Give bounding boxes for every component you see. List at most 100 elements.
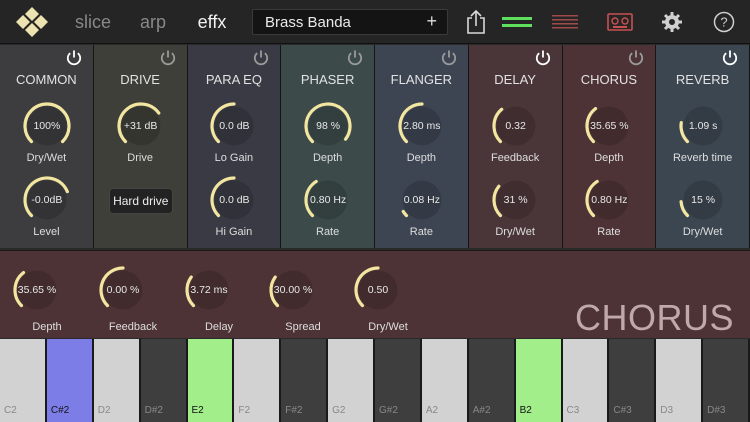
knob-value: +31 dB [123, 120, 158, 132]
panel-title: PARA EQ [205, 72, 262, 87]
piano-key-e2[interactable]: E2 [187, 339, 235, 422]
effect-panel-para-eq[interactable]: PARA EQ 0.0 dB Lo Gain 0.0 dB Hi Gain [187, 45, 282, 248]
knob[interactable]: -0.0dB [22, 175, 72, 225]
knob[interactable]: +31 dB [116, 101, 166, 151]
tab-effx[interactable]: effx [192, 0, 232, 44]
effect-panel-reverb[interactable]: REVERB 1.09 s Reverb time 15 % Dry/Wet [656, 45, 750, 248]
power-icon[interactable] [65, 49, 83, 67]
effect-panel-flanger[interactable]: FLANGER 2.80 ms Depth 0.08 Hz Rate [375, 45, 469, 248]
detail-title: CHORUS [574, 297, 734, 338]
knob-value: 35.65 % [590, 120, 629, 132]
horizontal-lines-red-icon[interactable] [549, 0, 581, 44]
knob[interactable]: 2.80 ms [397, 101, 447, 151]
piano-key-gsharp2[interactable]: G#2 [375, 339, 422, 422]
key-label: F2 [238, 405, 251, 416]
knob[interactable]: 3.72 ms [184, 265, 234, 315]
tab-slice[interactable]: slice [70, 0, 116, 44]
piano-keyboard: C2 C#2 D2 D#2 E2 F2 F#2 G2 G#2 A2 A#2 B2 C3 C#3 D3 D#3 [0, 339, 750, 422]
detail-knob-spread: 30.00 % Spread [268, 251, 338, 339]
panel-title: DELAY [494, 72, 536, 87]
key-label: C3 [566, 405, 580, 416]
piano-key-fsharp2[interactable]: F#2 [281, 339, 329, 422]
knob[interactable]: 35.65 % [584, 101, 634, 151]
knob[interactable]: 30.00 % [268, 265, 318, 315]
add-preset-button[interactable]: + [426, 11, 437, 32]
tab-arp[interactable]: arp [133, 0, 173, 44]
piano-key-d3[interactable]: D3 [656, 339, 704, 422]
diamond-logo-icon[interactable] [0, 0, 64, 44]
piano-key-c3[interactable]: C3 [562, 339, 610, 422]
horizontal-lines-green-icon[interactable] [499, 0, 535, 44]
knob-label: Lo Gain [214, 152, 254, 164]
key-label: C#2 [50, 405, 70, 416]
piano-key-f2[interactable]: F2 [234, 339, 282, 422]
knob[interactable]: 0.80 Hz [303, 175, 353, 225]
top-toolbar: slice arp effx Brass Banda + ? [0, 0, 750, 44]
knob-value: 3.72 ms [190, 284, 228, 296]
preset-selector[interactable]: Brass Banda + [252, 9, 448, 35]
key-label: C2 [4, 405, 17, 416]
knob-value: 0.0 dB [219, 120, 250, 132]
knob[interactable]: 0.0 dB [209, 101, 259, 151]
key-label: D2 [97, 405, 111, 416]
piano-key-csharp2[interactable]: C#2 [46, 339, 94, 422]
knob-label: Feedback [108, 321, 158, 333]
piano-key-b2[interactable]: B2 [515, 339, 563, 422]
knob-value: 30.00 % [273, 284, 313, 296]
piano-key-a2[interactable]: A2 [421, 339, 469, 422]
knob[interactable]: 100% [22, 101, 72, 151]
power-icon[interactable] [346, 49, 364, 67]
key-label: C#3 [613, 405, 632, 416]
knob[interactable]: 0.08 Hz [397, 175, 447, 225]
piano-key-d2[interactable]: D2 [93, 339, 141, 422]
knob[interactable]: 1.09 s [678, 101, 728, 151]
key-label: G2 [332, 405, 346, 416]
hard-drive-button[interactable]: Hard drive [108, 188, 173, 214]
help-icon[interactable]: ? [709, 0, 739, 44]
effect-panel-delay[interactable]: DELAY 0.32 Feedback 31 % Dry/Wet [468, 45, 563, 248]
piano-key-c2[interactable]: C2 [0, 339, 47, 422]
effect-panel-common[interactable]: COMMON 100% Dry/Wet -0.0dB Level [0, 45, 94, 248]
piano-key-asharp2[interactable]: A#2 [468, 339, 516, 422]
knob-value: 1.09 s [688, 120, 718, 132]
knob[interactable]: 15 % [678, 175, 728, 225]
power-icon[interactable] [440, 49, 458, 67]
knob[interactable]: 0.80 Hz [584, 175, 634, 225]
knob[interactable]: 0.0 dB [209, 175, 259, 225]
knob[interactable]: 0.32 [491, 101, 541, 151]
knob-label: Reverb time [672, 152, 733, 164]
detail-knob-delay: 3.72 ms Delay [184, 251, 254, 339]
detail-knob-dry-wet: 0.50 Dry/Wet [353, 251, 423, 339]
knob-value: 0.0 dB [219, 194, 250, 206]
key-label: D3 [660, 405, 674, 416]
panel-title: COMMON [16, 72, 77, 87]
tape-recorder-icon[interactable] [604, 0, 636, 44]
gear-icon[interactable] [657, 0, 687, 44]
chorus-detail-panel: 35.65 % Depth 0.00 % Feedback 3.72 ms Delay 30… [0, 250, 750, 338]
knob[interactable]: 98 % [303, 101, 353, 151]
effect-panel-chorus[interactable]: CHORUS 35.65 % Depth 0.80 Hz Rate [562, 45, 657, 248]
power-icon[interactable] [721, 49, 739, 67]
effect-panel-drive[interactable]: DRIVE +31 dB Drive Hard drive [93, 45, 188, 248]
knob-label: Depth [32, 321, 62, 333]
share-icon[interactable] [462, 0, 490, 44]
knob[interactable]: 0.50 [353, 265, 403, 315]
knob[interactable]: 31 % [491, 175, 541, 225]
power-icon[interactable] [627, 49, 645, 67]
knob[interactable]: 35.65 % [12, 265, 62, 315]
detail-knob-feedback: 0.00 % Feedback [98, 251, 168, 339]
piano-key-g2[interactable]: G2 [328, 339, 375, 422]
knob[interactable]: 0.00 % [98, 265, 148, 315]
key-label: D#2 [144, 405, 163, 416]
knob-value: 0.08 Hz [403, 194, 440, 206]
piano-key-dsharp2[interactable]: D#2 [140, 339, 188, 422]
knob-value: 98 % [316, 120, 341, 132]
effect-panel-phaser[interactable]: PHASER 98 % Depth 0.80 Hz Rate [281, 45, 375, 248]
piano-key-dsharp3[interactable]: D#3 [703, 339, 750, 422]
knob-label: Depth [406, 152, 437, 164]
power-icon[interactable] [534, 49, 552, 67]
power-icon[interactable] [252, 49, 270, 67]
knob-value: 0.32 [505, 120, 526, 132]
power-icon[interactable] [159, 49, 177, 67]
piano-key-csharp3[interactable]: C#3 [609, 339, 657, 422]
